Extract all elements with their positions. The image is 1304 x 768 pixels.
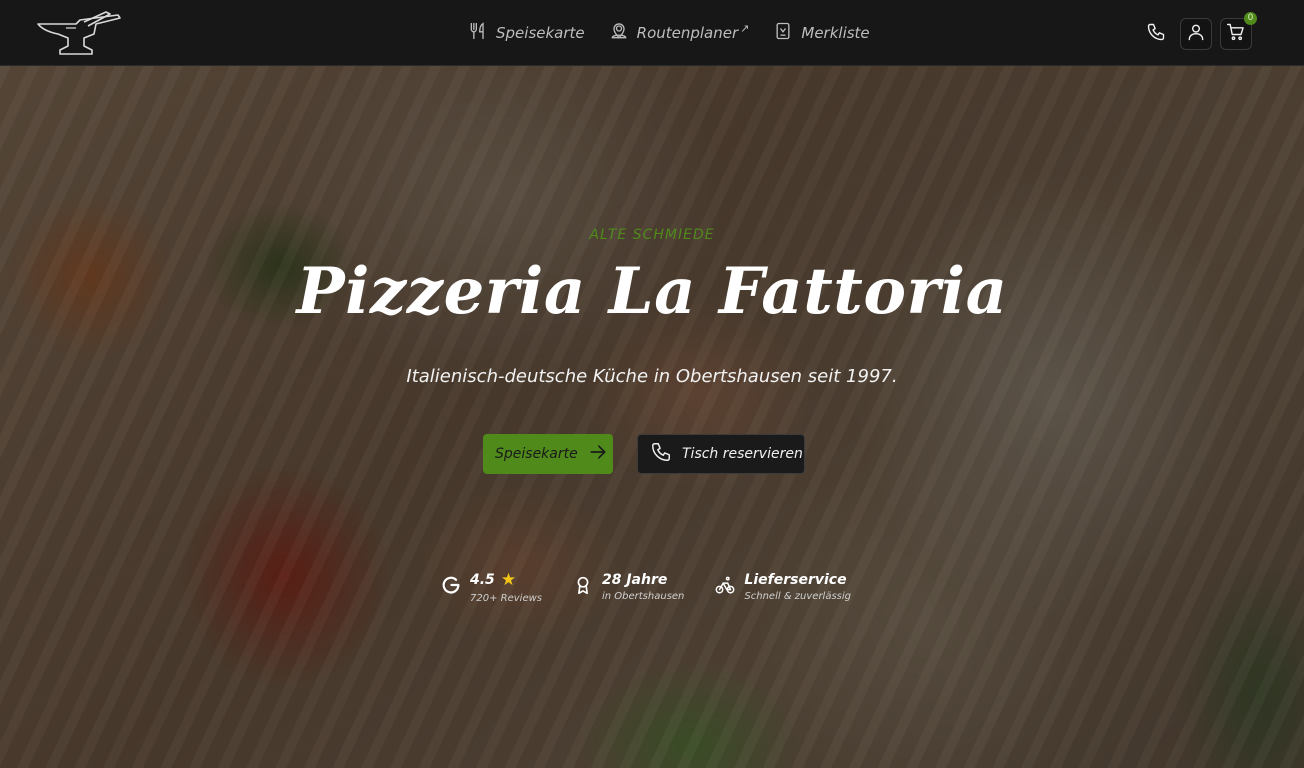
phone-icon <box>650 441 672 467</box>
anvil-logo[interactable] <box>36 10 122 58</box>
main-nav: Speisekarte Routenplaner ↗ Merkliste <box>468 0 870 66</box>
stat-value: 28 Jahre <box>601 572 668 588</box>
stat-years: 28 Jahre in Obertshausen <box>572 570 684 604</box>
call-button[interactable] <box>1140 18 1172 50</box>
award-icon <box>572 574 594 600</box>
stat-label: Schnell & zuverlässig <box>744 591 852 602</box>
stat-delivery: Lieferservice Schnell & zuverlässig <box>714 570 851 604</box>
account-button[interactable] <box>1180 18 1212 50</box>
user-icon <box>1186 22 1206 46</box>
stat-label: 720+ Reviews <box>470 593 542 604</box>
stat-label: in Obertshausen <box>601 591 685 602</box>
star-icon: ★ <box>500 570 517 590</box>
stat-google-rating: 4.5 ★ 720+ Reviews <box>440 570 542 604</box>
nav-item-label: Merkliste <box>801 24 870 42</box>
stat-value: 4.5 ★ <box>470 570 542 590</box>
menu-button-label: Speisekarte <box>495 446 578 462</box>
hero-subtitle: Italienisch-deutsche Küche in Obertshaus… <box>406 366 898 387</box>
header-actions: 0 <box>1140 12 1257 50</box>
shopping-cart-icon <box>1226 22 1246 46</box>
reserve-table-button[interactable]: Tisch reservieren <box>637 434 805 474</box>
hero-title: Pizzeria La Fattoria <box>296 254 1008 329</box>
arrow-right-icon <box>588 442 608 466</box>
cart-count-badge: 0 <box>1244 12 1257 25</box>
nav-item-merkliste[interactable]: Merkliste <box>773 21 870 45</box>
reserve-button-label: Tisch reservieren <box>682 446 803 462</box>
menu-button[interactable]: Speisekarte <box>483 434 613 474</box>
hero-stats: 4.5 ★ 720+ Reviews 28 Jahre in Obertshau… <box>440 570 851 604</box>
page: Speisekarte Routenplaner ↗ Merkliste 0 A… <box>0 0 1304 768</box>
fork-knife-icon <box>468 21 488 45</box>
site-header: Speisekarte Routenplaner ↗ Merkliste 0 <box>0 0 1304 66</box>
hero-eyebrow: ALTE SCHMIEDE <box>589 227 715 243</box>
hero-dark-overlay <box>0 66 1304 768</box>
stat-text: Lieferservice Schnell & zuverlässig <box>744 572 851 602</box>
cart-button[interactable]: 0 <box>1220 12 1257 50</box>
external-link-icon: ↗ <box>740 21 750 35</box>
stat-text: 4.5 ★ 720+ Reviews <box>470 570 542 604</box>
map-pin-icon <box>609 21 629 45</box>
bicycle-icon <box>714 574 736 600</box>
stat-text: 28 Jahre in Obertshausen <box>602 572 684 602</box>
google-icon <box>440 574 462 600</box>
rating-value: 4.5 <box>470 572 495 588</box>
nav-item-speisekarte[interactable]: Speisekarte <box>468 21 585 45</box>
stat-value: Lieferservice <box>744 572 847 588</box>
nav-item-label: Speisekarte <box>496 24 585 42</box>
bookmark-list-icon <box>773 21 793 45</box>
nav-item-label: Routenplaner <box>636 24 739 42</box>
phone-icon <box>1146 22 1166 46</box>
nav-item-routenplaner[interactable]: Routenplaner ↗ <box>609 21 750 45</box>
